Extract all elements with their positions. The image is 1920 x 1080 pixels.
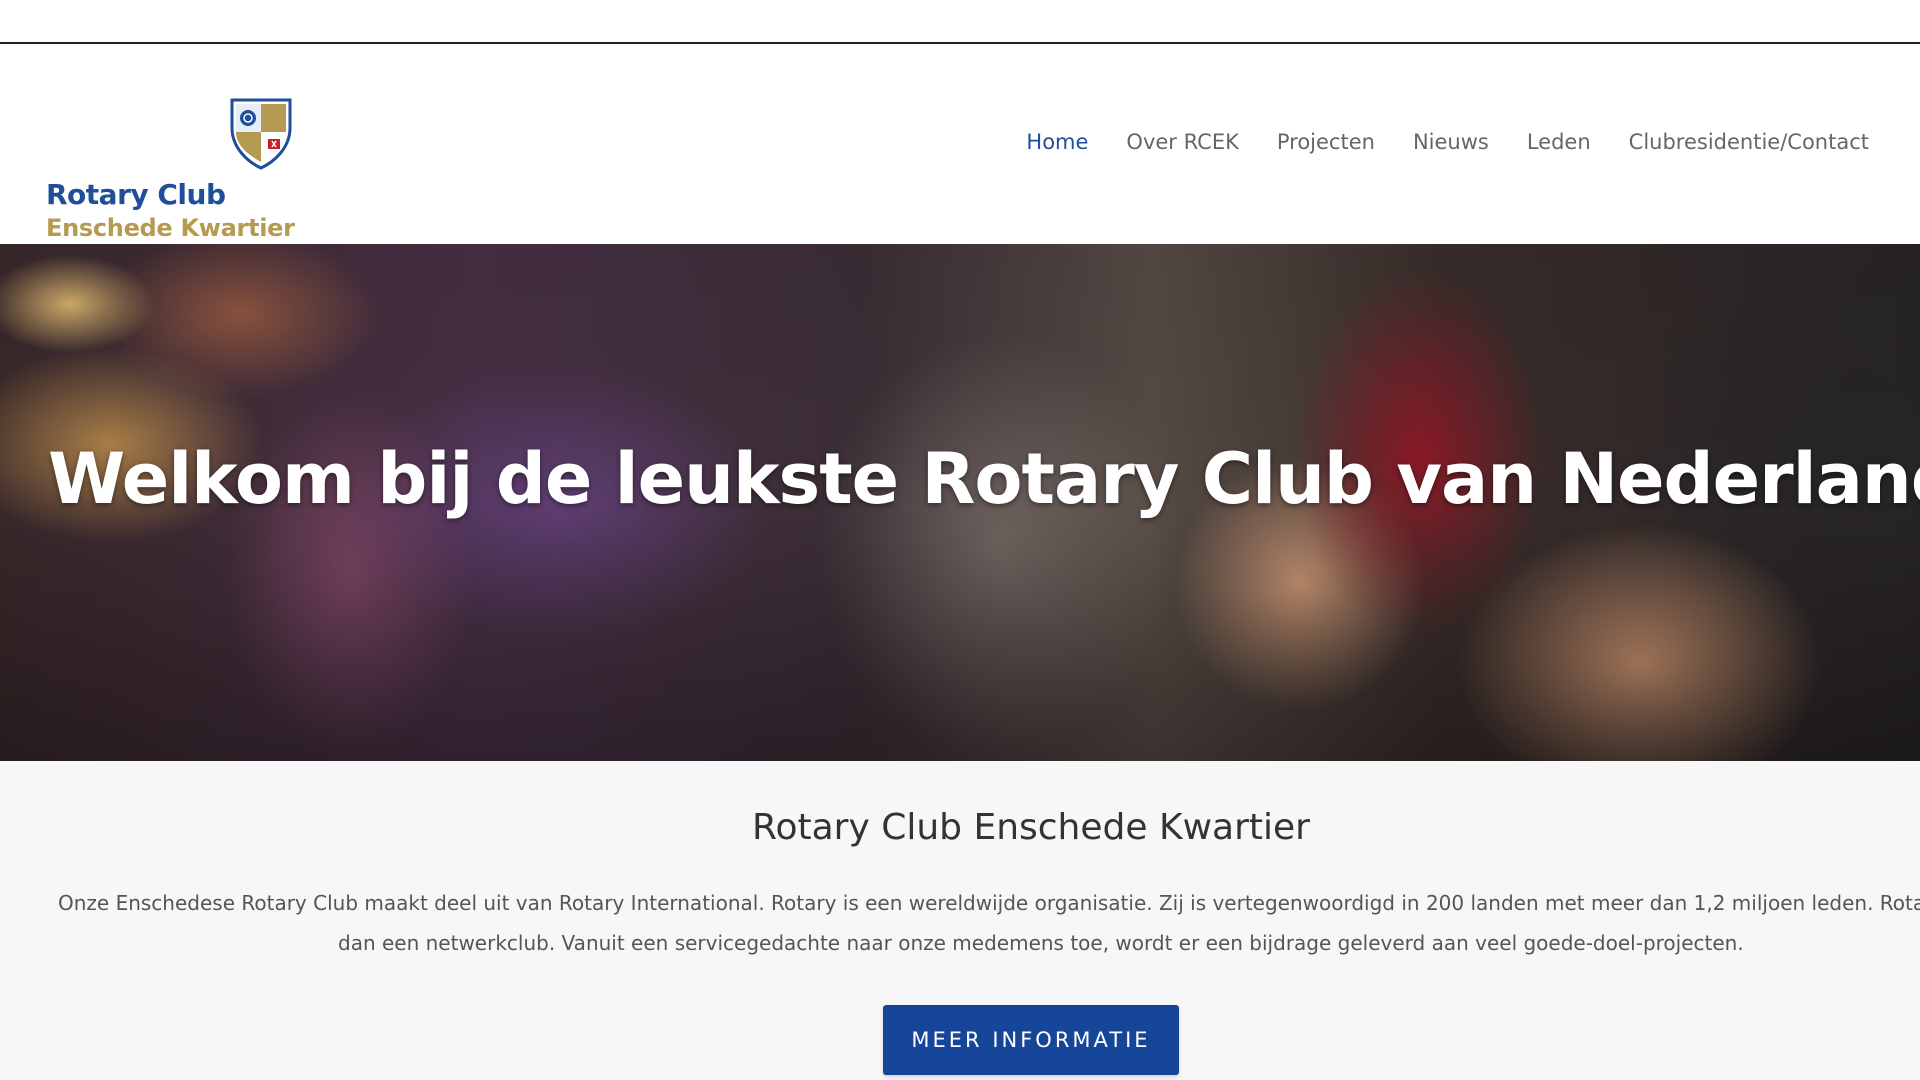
nav-item-contact[interactable]: Clubresidentie/Contact bbox=[1610, 130, 1888, 154]
nav-item-over-rcek[interactable]: Over RCEK bbox=[1107, 130, 1257, 154]
intro-text: Onze Enschedese Rotary Club maakt deel u… bbox=[58, 883, 1920, 963]
nav-item-projecten[interactable]: Projecten bbox=[1258, 130, 1394, 154]
hero-title: Welkom bij de leukste Rotary Club van Ne… bbox=[48, 438, 1920, 520]
nav-item-home[interactable]: Home bbox=[1007, 130, 1107, 154]
intro-section: Rotary Club Enschede Kwartier Onze Ensch… bbox=[0, 761, 1920, 1080]
more-info-button[interactable]: MEER INFORMATIE bbox=[883, 1005, 1179, 1075]
intro-text-line1: Onze Enschedese Rotary Club maakt deel u… bbox=[58, 891, 1920, 915]
hero-banner: Welkom bij de leukste Rotary Club van Ne… bbox=[0, 244, 1920, 761]
intro-text-line2: dan een netwerkclub. Vanuit een serviceg… bbox=[338, 931, 1744, 955]
intro-title: Rotary Club Enschede Kwartier bbox=[752, 807, 1310, 848]
crest-icon bbox=[230, 98, 292, 170]
main-nav: Home Over RCEK Projecten Nieuws Leden Cl… bbox=[1007, 130, 1888, 154]
logo-text-line1: Rotary Club bbox=[46, 178, 226, 211]
nav-item-leden[interactable]: Leden bbox=[1508, 130, 1610, 154]
site-header: Rotary Club Enschede Kwartier Home Over … bbox=[0, 44, 1920, 244]
site-logo[interactable]: Rotary Club Enschede Kwartier bbox=[46, 94, 306, 242]
nav-item-nieuws[interactable]: Nieuws bbox=[1394, 130, 1508, 154]
logo-text-line2: Enschede Kwartier bbox=[46, 214, 295, 242]
